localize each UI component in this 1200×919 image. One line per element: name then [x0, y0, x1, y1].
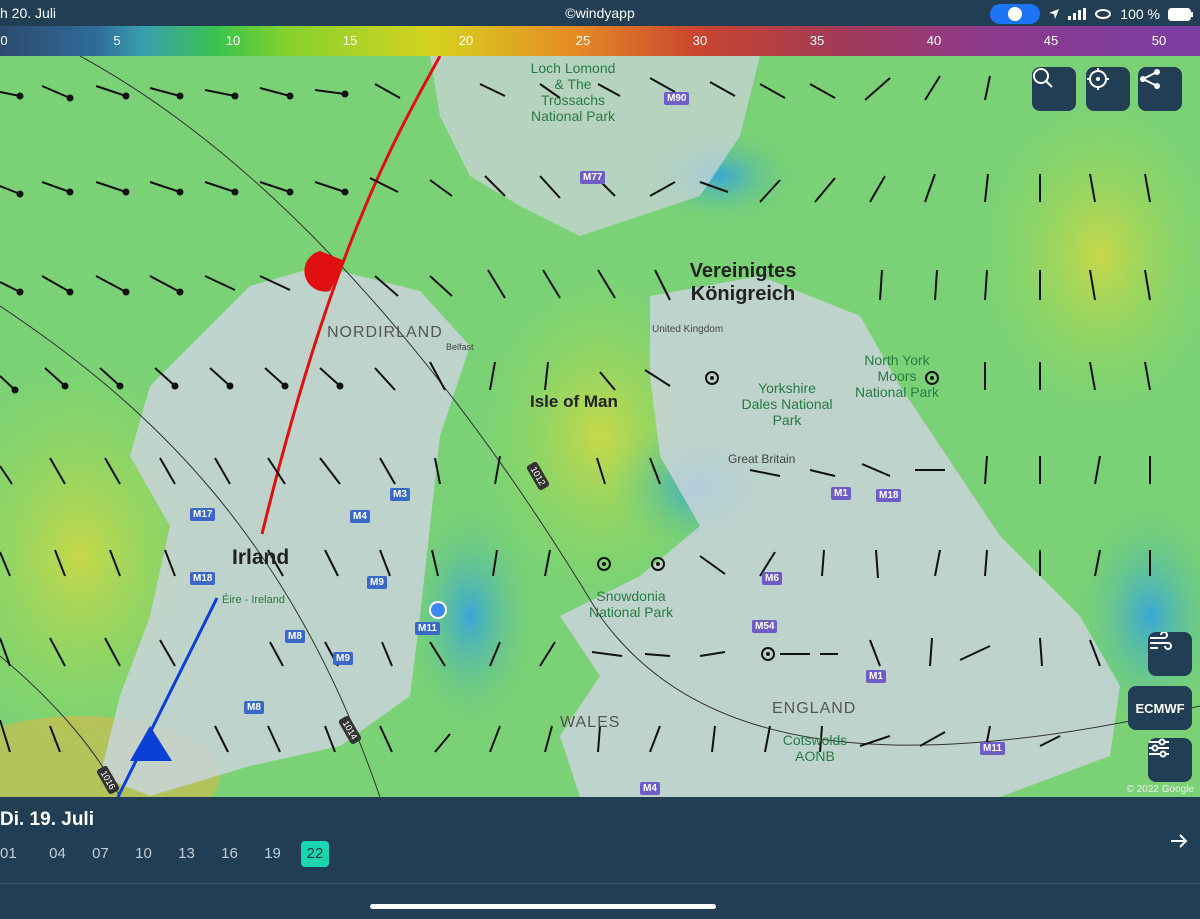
user-location-dot	[429, 601, 447, 619]
wind-icon	[1150, 632, 1172, 650]
status-bar: h 20. Juli ©windyapp 100 %	[0, 0, 1200, 26]
cellular-signal-icon	[1068, 8, 1087, 20]
wind-layer-button[interactable]	[1148, 632, 1192, 676]
map-copyright: © 2022 Google	[1126, 784, 1194, 795]
hour-option[interactable]: 07	[79, 841, 122, 867]
share-icon	[1140, 69, 1160, 89]
scale-tick: 10	[225, 33, 241, 48]
battery-icon	[1168, 7, 1193, 21]
hour-option[interactable]: 19	[251, 841, 294, 867]
next-day-button[interactable]	[1170, 831, 1188, 854]
map-label-loch-lomond: Loch Lomond & The Trossachs National Par…	[530, 60, 616, 124]
wind-speed-scale: 0 5 10 15 20 25 30 35 40 45 50	[0, 26, 1200, 56]
link-icon	[1095, 9, 1112, 19]
hour-selector: 01 04 07 10 13 16 19 22	[0, 841, 336, 867]
location-pill-icon	[990, 4, 1041, 24]
navigation-arrow-icon	[1049, 9, 1060, 19]
road-shield: M17	[190, 508, 216, 521]
map-label-wales: WALES	[560, 714, 621, 731]
scale-tick: 45	[1043, 33, 1059, 48]
map-label-nordirland: NORDIRLAND	[327, 324, 443, 341]
scale-tick: 50	[1151, 33, 1167, 48]
battery-percent: 100 %	[1120, 6, 1160, 22]
scale-tick: 40	[926, 33, 942, 48]
road-shield: M77	[580, 171, 606, 184]
map-label-england: ENGLAND	[772, 700, 857, 717]
arrow-right-icon	[1171, 834, 1188, 848]
map-label-great-britain: Great Britain	[728, 452, 796, 466]
scale-tick: 30	[692, 33, 708, 48]
scale-tick: 0	[0, 33, 8, 48]
share-button[interactable]	[1138, 67, 1182, 111]
map-label-snowdonia: Snowdonia National Park	[588, 588, 674, 620]
map-label-united-kingdom: United Kingdom	[652, 324, 724, 335]
hour-option[interactable]: 01	[0, 841, 17, 867]
road-shield: M11	[415, 622, 440, 635]
status-right: 100 %	[990, 4, 1194, 24]
road-shield: M54	[752, 620, 778, 633]
map-label-irland: Irland	[232, 546, 290, 569]
map-label-belfast: Belfast	[446, 342, 474, 352]
weather-map[interactable]: 1012 1014 1016 Loch Lomond & The Trossac…	[0, 56, 1200, 797]
locate-button[interactable]	[1086, 67, 1130, 111]
scale-tick: 20	[458, 33, 474, 48]
hour-option-selected[interactable]: 22	[301, 841, 329, 867]
road-shield: M18	[190, 572, 216, 585]
hour-option[interactable]: 04	[36, 841, 79, 867]
search-icon	[1033, 68, 1053, 88]
divider	[0, 883, 1200, 884]
timeline-panel: Di. 19. Juli 01 04 07 10 13 16 19 22	[0, 797, 1200, 919]
map-label-cotswolds: Cotswolds AONB	[782, 732, 848, 764]
road-shield: M4	[350, 510, 370, 523]
road-shield: M1	[866, 670, 886, 683]
road-shield: M11	[980, 742, 1005, 755]
settings-button[interactable]	[1148, 738, 1192, 782]
hour-option[interactable]: 16	[208, 841, 251, 867]
map-label-isle-of-man: Isle of Man	[530, 392, 618, 411]
map-label-vereinigtes-koenigreich: Vereinigtes Königreich	[689, 260, 797, 305]
road-shield: M18	[876, 489, 902, 502]
scale-tick: 5	[113, 33, 121, 48]
map-label-eire: Éire - Ireland	[222, 594, 285, 606]
map-label-yorkshire-dales: Yorkshire Dales National Park	[741, 380, 833, 428]
sliders-icon	[1149, 738, 1169, 758]
road-shield: M8	[285, 630, 305, 643]
model-selector-button[interactable]: ECMWF	[1128, 686, 1192, 730]
search-button[interactable]	[1032, 67, 1076, 111]
hour-option[interactable]: 10	[122, 841, 165, 867]
road-shield: M90	[664, 92, 690, 105]
scale-tick: 35	[809, 33, 825, 48]
road-shield: M6	[762, 572, 782, 585]
map-label-north-york-moors: North York Moors National Park	[854, 352, 940, 400]
home-indicator[interactable]	[370, 904, 716, 909]
road-shield: M1	[831, 487, 851, 500]
scale-tick: 25	[575, 33, 591, 48]
road-shield: M3	[390, 488, 410, 501]
map-base	[0, 56, 1200, 797]
scale-tick: 15	[342, 33, 358, 48]
timeline-date: Di. 19. Juli	[0, 809, 94, 830]
road-shield: M8	[244, 701, 264, 714]
road-shield: M4	[640, 782, 660, 795]
road-shield: M9	[333, 652, 353, 665]
road-shield: M9	[367, 576, 387, 589]
locate-icon	[1087, 68, 1109, 90]
hour-option[interactable]: 13	[165, 841, 208, 867]
